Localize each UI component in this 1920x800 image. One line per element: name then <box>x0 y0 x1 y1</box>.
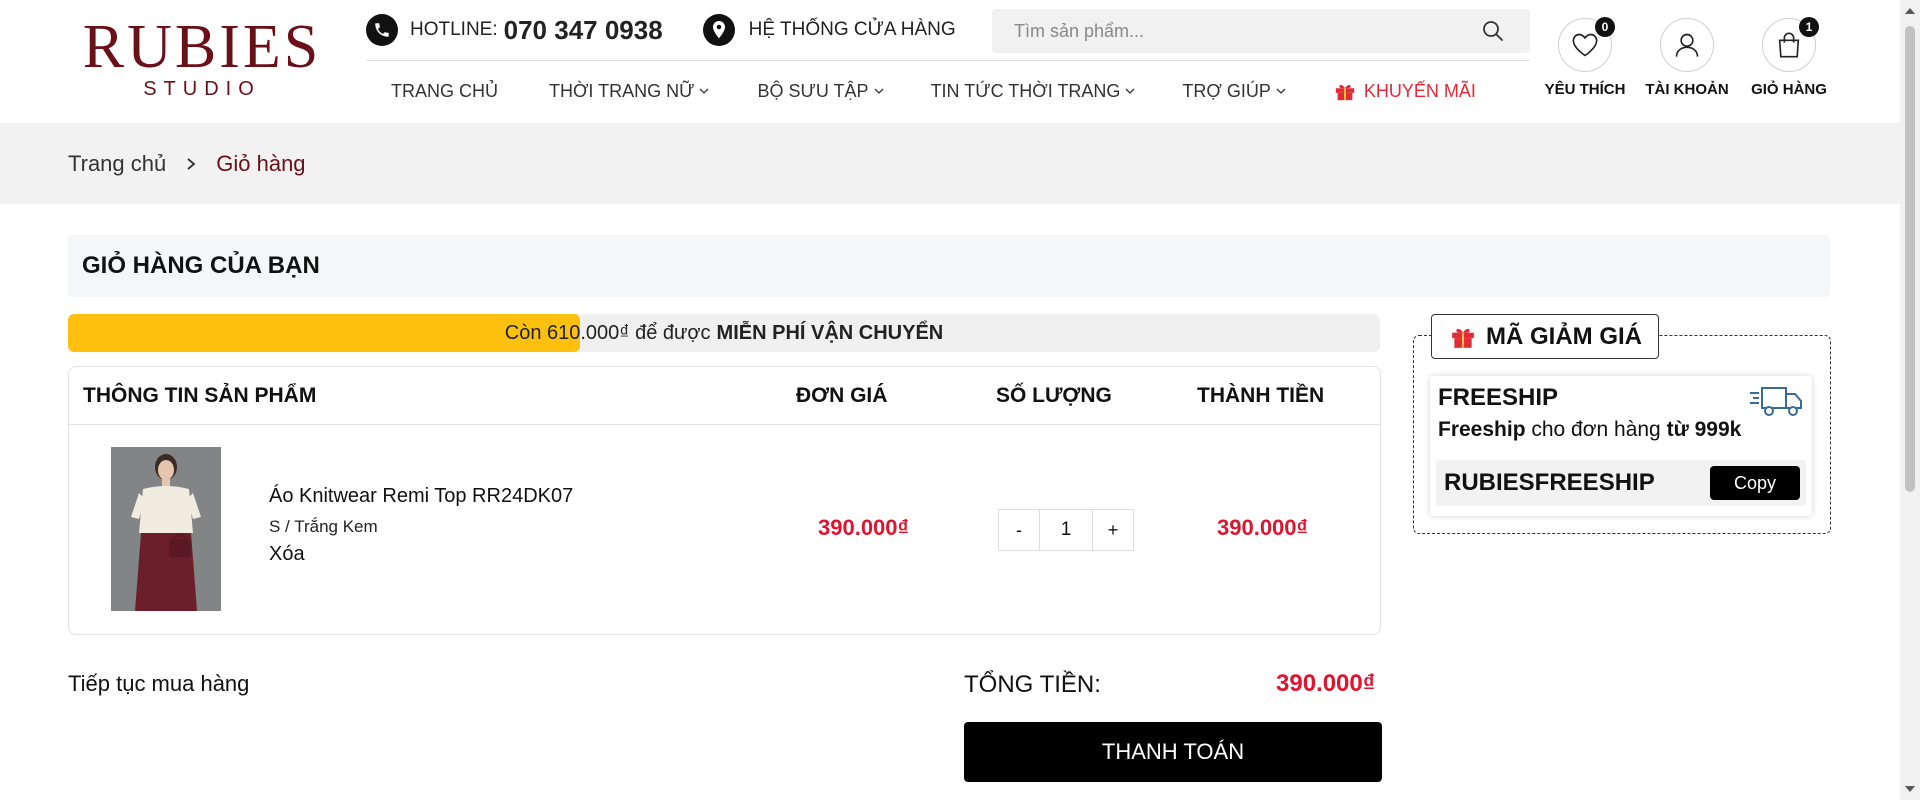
nav-item-label: TRANG CHỦ <box>391 80 498 101</box>
nav-item-women-fashion[interactable]: THỜI TRANG NỮ <box>549 81 709 102</box>
nav-item-label: THỜI TRANG NỮ <box>549 80 695 101</box>
delivery-truck-icon <box>1750 387 1802 416</box>
product-variant: S / Trắng Kem <box>269 517 378 536</box>
nav-item-label: TIN TỨC THỜI TRANG <box>930 80 1121 101</box>
total-value: 390.000₫ <box>1276 670 1376 697</box>
search-bar <box>992 9 1530 53</box>
cart-count-badge: 1 <box>1799 17 1819 37</box>
wishlist-label: YÊU THÍCH <box>1544 81 1626 98</box>
scroll-down-arrow-icon[interactable] <box>1905 786 1915 792</box>
gift-icon <box>1335 85 1354 101</box>
remove-item-link[interactable]: Xóa <box>269 543 305 566</box>
store-locator-label: HỆ THỐNG CỬA HÀNG <box>748 19 956 40</box>
account-button[interactable]: TÀI KHOẢN <box>1636 18 1738 98</box>
breadcrumb-home[interactable]: Trang chủ <box>68 151 166 177</box>
cart-table: THÔNG TIN SẢN PHẨM ĐƠN GIÁ SỐ LƯỢNG THÀN… <box>68 366 1381 635</box>
nav-item-home[interactable]: TRANG CHỦ <box>391 81 498 102</box>
search-input[interactable] <box>1014 20 1478 42</box>
chevron-down-icon <box>1125 88 1135 94</box>
hotline-label: HOTLINE: <box>410 19 498 40</box>
coupon-desc-bold-1: Freeship <box>1438 418 1526 441</box>
hotline-number[interactable]: 070 347 0938 <box>504 15 663 46</box>
cart-item-row: Áo Knitwear Remi Top RR24DK07 S / Trắng … <box>69 425 1380 635</box>
chevron-down-icon <box>700 88 709 94</box>
shopping-bag-icon <box>1778 32 1800 58</box>
coupon-description: Freeship cho đơn hàng từ 999k <box>1438 418 1741 442</box>
chevron-down-icon <box>1276 88 1286 94</box>
unit-price: 390.000₫ <box>818 515 909 540</box>
account-label: TÀI KHOẢN <box>1645 81 1729 98</box>
coupon-desc-mid: cho đơn hàng <box>1525 418 1667 441</box>
chevron-right-icon <box>186 157 196 171</box>
quantity-input[interactable] <box>1040 509 1092 551</box>
wishlist-icon-wrap: 0 <box>1558 17 1615 72</box>
cart-title-bar: GIỎ HÀNG CỦA BẠN <box>68 235 1830 297</box>
copy-coupon-button[interactable]: Copy <box>1710 466 1800 500</box>
free-shipping-progress: Còn 610.000₫ để được MIỄN PHÍ VẬN CHUYỂN <box>68 314 1380 352</box>
user-icon <box>1675 33 1699 57</box>
coupon-desc-bold-2: từ 999k <box>1666 418 1742 441</box>
column-header-product: THÔNG TIN SẢN PHẨM <box>83 384 317 407</box>
header-contact-bar: HOTLINE: 070 347 0938 HỆ THỐNG CỬA HÀNG <box>366 10 956 50</box>
free-shipping-message: Còn 610.000₫ để được MIỄN PHÍ VẬN CHUYỂN <box>68 314 1380 352</box>
increase-quantity-button[interactable]: + <box>1092 509 1134 551</box>
coupon-card: FREESHIP Freeship cho đơn hàng từ 999k R… <box>1430 376 1812 516</box>
line-subtotal: 390.000₫ <box>1217 515 1308 540</box>
column-header-subtotal: THÀNH TIỀN <box>1197 384 1325 407</box>
cart-label: GIỎ HÀNG <box>1751 81 1827 98</box>
breadcrumb: Trang chủ Giỏ hàng <box>0 123 1900 204</box>
cart-icon-wrap: 1 <box>1762 17 1819 72</box>
nav-item-label: BỘ SƯU TẬP <box>757 80 869 101</box>
nav-item-fashion-news[interactable]: TIN TỨC THỜI TRANG <box>931 81 1136 102</box>
gift-icon <box>1452 328 1474 348</box>
heart-icon <box>1572 33 1598 57</box>
continue-shopping-link[interactable]: Tiếp tục mua hàng <box>68 671 249 697</box>
phone-icon <box>366 14 398 46</box>
page-scrollbar[interactable] <box>1900 0 1920 800</box>
nav-item-label: KHUYẾN MÃI <box>1363 80 1476 101</box>
column-header-unit-price: ĐƠN GIÁ <box>796 384 888 407</box>
chevron-down-icon <box>874 88 884 94</box>
column-header-quantity: SỐ LƯỢNG <box>996 384 1112 407</box>
nav-item-help[interactable]: TRỢ GIÚP <box>1182 80 1286 102</box>
product-thumbnail[interactable] <box>111 447 221 611</box>
brand-logo[interactable]: RUBIES STUDIO <box>66 16 338 100</box>
decrease-quantity-button[interactable]: - <box>998 509 1040 551</box>
coupon-heading: MÃ GIẢM GIÁ <box>1431 314 1659 359</box>
brand-logo-sub: STUDIO <box>143 78 261 100</box>
cart-table-header: THÔNG TIN SẢN PHẨM ĐƠN GIÁ SỐ LƯỢNG THÀN… <box>69 367 1380 425</box>
nav-item-collections[interactable]: BỘ SƯU TẬP <box>757 80 884 102</box>
quantity-stepper: - + <box>998 509 1134 551</box>
coupon-code: RUBIESFREESHIP <box>1444 469 1655 496</box>
page-title: GIỎ HÀNG CỦA BẠN <box>82 252 320 279</box>
nav-item-label: TRỢ GIÚP <box>1182 80 1271 101</box>
map-pin-icon <box>702 14 735 46</box>
hotline[interactable]: HOTLINE: 070 347 0938 <box>366 14 663 46</box>
free-shipping-highlight: MIỄN PHÍ VẬN CHUYỂN <box>716 321 944 344</box>
search-icon[interactable] <box>1478 16 1508 46</box>
brand-logo-name: RUBIES <box>82 13 322 81</box>
wishlist-count-badge: 0 <box>1595 17 1615 37</box>
wishlist-button[interactable]: 0 YÊU THÍCH <box>1534 17 1636 98</box>
breadcrumb-current: Giỏ hàng <box>216 150 306 176</box>
free-shipping-text: Còn 610.000₫ để được <box>504 321 711 344</box>
coupon-code-row: RUBIESFREESHIP Copy <box>1436 460 1806 506</box>
coupon-title: FREESHIP <box>1438 384 1559 411</box>
scrollbar-thumb[interactable] <box>1905 26 1915 492</box>
account-icon-wrap <box>1660 18 1714 72</box>
store-locator-link[interactable]: HỆ THỐNG CỬA HÀNG <box>702 14 956 46</box>
site-header: RUBIES STUDIO HOTLINE: 070 347 0938 HỆ T… <box>0 0 1900 123</box>
main-nav: TRANG CHỦ THỜI TRANG NỮ BỘ SƯU TẬP TIN T… <box>366 76 1476 106</box>
checkout-button[interactable]: THANH TOÁN <box>964 722 1382 782</box>
nav-item-promotions[interactable]: KHUYẾN MÃI <box>1334 80 1476 102</box>
product-photo <box>111 447 221 611</box>
coupon-heading-label: MÃ GIẢM GIÁ <box>1486 322 1642 350</box>
total-label: TỔNG TIỀN: <box>964 671 1101 698</box>
scroll-up-arrow-icon[interactable] <box>1905 8 1915 14</box>
product-name-link[interactable]: Áo Knitwear Remi Top RR24DK07 <box>269 485 573 508</box>
cart-button[interactable]: 1 GIỎ HÀNG <box>1738 17 1840 98</box>
user-menu: 0 YÊU THÍCH TÀI KHOẢN 1 GIỎ HÀNG <box>1534 17 1840 98</box>
header-divider <box>366 60 1530 61</box>
